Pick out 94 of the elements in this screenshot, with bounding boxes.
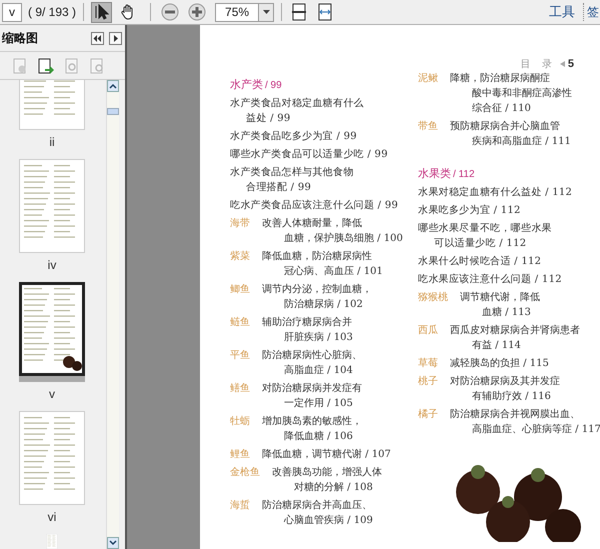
section-heading: 水产类: [230, 76, 263, 92]
toc-entry[interactable]: 血糖 / 113: [460, 304, 531, 320]
running-header: 目 录: [520, 58, 556, 72]
toc-entry[interactable]: 水产类食品对稳定血糖有什么: [230, 96, 364, 110]
zoom-field[interactable]: 75%: [215, 2, 274, 22]
toc-entry[interactable]: 益处 / 99: [230, 110, 291, 126]
toc-entry[interactable]: 辅助治疗糖尿病合并: [262, 314, 352, 330]
toc-entry[interactable]: 冠心病、高血压 / 101: [262, 264, 383, 278]
zoom-out-button[interactable]: [161, 3, 180, 21]
toc-entry[interactable]: 血糖，保护胰岛细胞 / 100: [262, 230, 403, 246]
food-name: 猕猴桃: [418, 290, 449, 304]
toc-entry[interactable]: 吃水果应该注意什么问题 / 112: [418, 272, 562, 286]
food-name: 鲢鱼: [230, 316, 251, 330]
sign-menu[interactable]: 签: [587, 3, 599, 21]
toc-entry[interactable]: 综合征 / 110: [450, 100, 531, 116]
toc-entry[interactable]: 水果对稳定血糖有什么益处 / 112: [418, 184, 572, 200]
food-name: 鲫鱼: [230, 282, 251, 296]
toc-entry[interactable]: 高脂血症 / 104: [262, 362, 353, 378]
toc-entry[interactable]: 水产类食品吃多少为宜 / 99: [230, 128, 357, 144]
toc-entry[interactable]: 酸中毒和非酮症高渗性: [450, 86, 572, 100]
toc-entry[interactable]: 水果什么时候吃合适 / 112: [418, 254, 542, 268]
scroll-down-icon[interactable]: [107, 537, 119, 549]
toc-entry[interactable]: 西瓜皮对糖尿病合并肾病患者: [450, 322, 580, 338]
toc-entry[interactable]: 防治糖尿病 / 102: [262, 296, 363, 312]
page-number: 5: [568, 57, 574, 72]
food-name: 鳝鱼: [230, 382, 251, 396]
toc-entry[interactable]: 高脂血症、心脏病等症 / 117: [450, 422, 600, 436]
toc-entry[interactable]: 哪些水果尽量不吃，哪些水果: [418, 220, 552, 236]
toc-entry[interactable]: 降低血糖，防治糖尿病性: [262, 248, 372, 264]
toc-entry[interactable]: 调节内分泌，控制血糖，: [262, 282, 372, 296]
toc-entry[interactable]: 哪些水产类食品可以适量少吃 / 99: [230, 146, 388, 162]
toc-entry[interactable]: 合理搭配 / 99: [230, 180, 312, 194]
select-tool-button[interactable]: [91, 2, 112, 22]
page-label[interactable]: vi: [48, 508, 56, 526]
toc-entry[interactable]: 水产类食品怎样与其他食物: [230, 164, 354, 180]
toc-entry[interactable]: 可以适量少吃 / 112: [418, 236, 526, 250]
toc-entry[interactable]: 防治糖尿病性心脏病、: [262, 348, 362, 362]
food-name: 海蜇: [230, 498, 251, 512]
toc-entry[interactable]: 吃水产类食品应该注意什么问题 / 99: [230, 198, 398, 212]
food-name: 桃子: [418, 374, 439, 388]
collapse-panel-button[interactable]: [91, 32, 104, 44]
food-name: 带鱼: [418, 120, 439, 134]
page-label[interactable]: ii: [49, 133, 55, 151]
fit-page-button[interactable]: [291, 3, 308, 21]
toc-entry[interactable]: 对防治糖尿病及其并发症: [450, 374, 560, 388]
food-name: 鲤鱼: [230, 448, 251, 462]
insert-page-icon[interactable]: [37, 58, 55, 74]
toc-entry[interactable]: 疾病和高脂血症 / 111: [450, 134, 571, 148]
toc-entry[interactable]: 防治糖尿病合并视网膜出血、: [450, 406, 580, 422]
toc-entry[interactable]: 降低血糖 / 106: [262, 428, 353, 444]
toc-entry[interactable]: 预防糖尿病合并心脑血管: [450, 118, 560, 134]
toc-entry[interactable]: 防治糖尿病合并高血压、: [262, 498, 372, 512]
toc-entry[interactable]: 降糖，防治糖尿病酮症: [450, 70, 550, 86]
page-reference: / 99: [265, 78, 282, 92]
food-name: 紫菜: [230, 250, 251, 264]
caret-icon: [262, 10, 270, 14]
scrollbar[interactable]: [106, 80, 119, 549]
toc-entry[interactable]: 有益 / 114: [450, 338, 521, 352]
toc-entry[interactable]: 降低血糖，调节糖代谢 / 107: [262, 446, 391, 462]
panel-title: 缩略图: [2, 30, 38, 47]
toc-entry[interactable]: 水果吃多少为宜 / 112: [418, 202, 521, 218]
scrollbar-thumb[interactable]: [107, 108, 119, 115]
page-label[interactable]: v: [49, 385, 55, 403]
food-name: 海带: [230, 216, 251, 230]
page-label[interactable]: iv: [48, 256, 56, 274]
toc-entry[interactable]: 增加胰岛素的敏感性，: [262, 414, 362, 428]
food-name: 牡蛎: [230, 414, 251, 428]
food-name: 草莓: [418, 356, 439, 370]
toc-entry[interactable]: 心脑血管疾病 / 109: [262, 512, 373, 528]
toc-entry[interactable]: 肝脏疾病 / 103: [262, 330, 353, 344]
toc-entry[interactable]: 有辅助疗效 / 116: [450, 388, 551, 404]
tools-menu[interactable]: 工具: [549, 2, 575, 22]
page-thumbnail[interactable]: [19, 282, 85, 376]
food-name: 橘子: [418, 408, 439, 422]
toc-entry[interactable]: 改善人体糖耐量，降低: [262, 216, 362, 230]
toc-entry[interactable]: 调节糖代谢，降低: [460, 290, 540, 304]
food-name: 金枪鱼: [230, 466, 261, 480]
food-name: 平鱼: [230, 348, 251, 362]
fit-width-button[interactable]: [317, 3, 334, 21]
toc-entry[interactable]: 对糖的分解 / 108: [272, 480, 373, 494]
next-panel-button[interactable]: [109, 32, 122, 44]
section-heading: 水果类: [418, 166, 451, 180]
food-name: 泥鳅: [418, 72, 439, 86]
page-count: ( 9/ 193 ): [28, 4, 76, 21]
page-reference: / 112: [453, 168, 474, 182]
zoom-in-button[interactable]: [188, 3, 206, 21]
toc-entry[interactable]: 减轻胰岛的负担 / 115: [450, 356, 549, 370]
toc-entry[interactable]: 改善胰岛功能，增强人体: [272, 464, 382, 480]
toc-entry[interactable]: 一定作用 / 105: [262, 396, 353, 410]
toc-entry[interactable]: 对防治糖尿病并发症有: [262, 380, 362, 396]
triangle-icon: [560, 61, 565, 68]
food-name: 西瓜: [418, 324, 439, 338]
scroll-up-icon[interactable]: [107, 80, 119, 92]
page-number-field[interactable]: v: [2, 2, 22, 22]
